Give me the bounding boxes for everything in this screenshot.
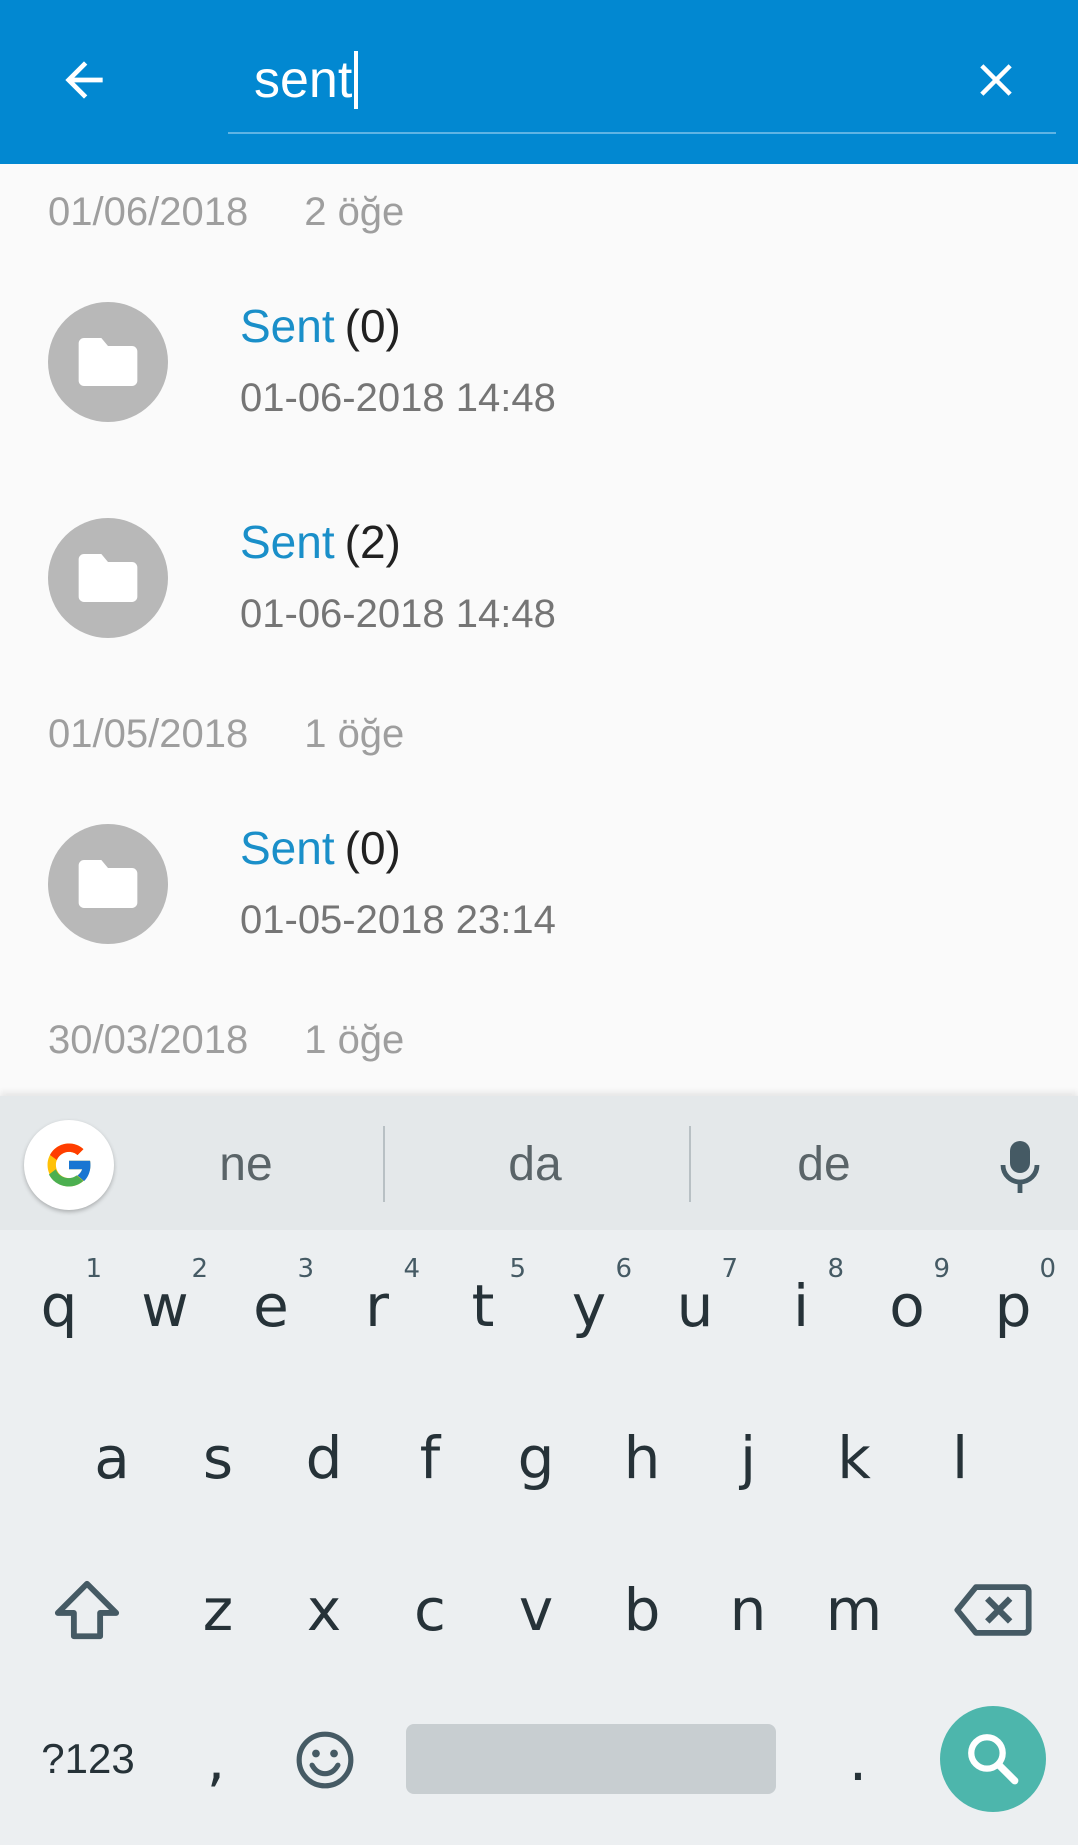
section-count: 1 öğe xyxy=(304,711,405,756)
section-header: 01/05/2018 1 öğe xyxy=(48,704,404,764)
section-date: 01/06/2018 xyxy=(48,189,249,234)
key-q[interactable]: q1 xyxy=(6,1246,112,1366)
item-datetime: 01-06-2018 14:48 xyxy=(240,592,556,636)
key-z[interactable]: z xyxy=(165,1550,271,1670)
backspace-key[interactable] xyxy=(938,1550,1048,1670)
section-header: 30/03/2018 1 öğe xyxy=(48,1010,404,1070)
key-c[interactable]: c xyxy=(377,1550,483,1670)
suggestion-2[interactable]: da xyxy=(385,1130,685,1200)
section-date: 30/03/2018 xyxy=(48,1017,249,1062)
key-m[interactable]: m xyxy=(801,1550,907,1670)
folder-avatar xyxy=(48,518,168,638)
key-x[interactable]: x xyxy=(271,1550,377,1670)
backspace-icon xyxy=(954,1584,1032,1636)
key-n[interactable]: n xyxy=(695,1550,801,1670)
suggestion-1[interactable]: ne xyxy=(96,1130,396,1200)
text-caret xyxy=(354,51,359,109)
key-v[interactable]: v xyxy=(483,1550,589,1670)
key-r[interactable]: r4 xyxy=(324,1246,430,1366)
key-f[interactable]: f xyxy=(377,1398,483,1518)
section-count: 1 öğe xyxy=(304,1017,405,1062)
key-y[interactable]: y6 xyxy=(536,1246,642,1366)
section-count: 2 öğe xyxy=(304,189,405,234)
search-app-bar: sent xyxy=(0,0,1078,164)
item-count: (0) xyxy=(344,300,401,352)
item-name: Sent xyxy=(240,516,335,568)
search-results-list: 01/06/2018 2 öğe Sent (0) 01-06-2018 14:4… xyxy=(0,164,1078,1094)
folder-icon xyxy=(78,554,138,602)
folder-icon xyxy=(78,860,138,908)
key-i[interactable]: i8 xyxy=(748,1246,854,1366)
emoji-icon xyxy=(296,1731,354,1789)
space-key[interactable] xyxy=(406,1724,776,1794)
folder-icon xyxy=(78,338,138,386)
search-icon xyxy=(968,1734,1019,1785)
list-item[interactable]: Sent (2) 01-06-2018 14:48 xyxy=(0,478,1078,678)
item-count: (0) xyxy=(344,822,401,874)
key-d[interactable]: d xyxy=(271,1398,377,1518)
item-datetime: 01-05-2018 23:14 xyxy=(240,898,556,942)
key-t[interactable]: t5 xyxy=(430,1246,536,1366)
shift-key[interactable] xyxy=(34,1550,140,1670)
search-input-value: sent xyxy=(254,51,353,109)
period-key[interactable]: . xyxy=(808,1700,908,1820)
key-e[interactable]: e3 xyxy=(218,1246,324,1366)
key-g[interactable]: g xyxy=(483,1398,589,1518)
section-header: 01/06/2018 2 öğe xyxy=(48,182,404,242)
key-k[interactable]: k xyxy=(801,1398,907,1518)
keyboard-search-button[interactable] xyxy=(940,1706,1046,1812)
voice-input-button[interactable] xyxy=(990,1132,1050,1202)
key-o[interactable]: o9 xyxy=(854,1246,960,1366)
item-datetime: 01-06-2018 14:48 xyxy=(240,376,556,420)
key-s[interactable]: s xyxy=(165,1398,271,1518)
key-l[interactable]: l xyxy=(907,1398,1013,1518)
emoji-key[interactable] xyxy=(272,1700,378,1820)
mic-icon xyxy=(1000,1141,1040,1193)
key-a[interactable]: a xyxy=(59,1398,165,1518)
folder-avatar xyxy=(48,302,168,422)
key-h[interactable]: h xyxy=(589,1398,695,1518)
key-p[interactable]: p0 xyxy=(960,1246,1066,1366)
google-icon xyxy=(47,1143,92,1187)
search-input[interactable]: sent xyxy=(228,30,1056,134)
section-date: 01/05/2018 xyxy=(48,711,249,756)
folder-avatar xyxy=(48,824,168,944)
item-name: Sent xyxy=(240,822,335,874)
shift-icon xyxy=(54,1580,120,1640)
comma-key[interactable]: , xyxy=(166,1700,266,1820)
suggestion-3[interactable]: de xyxy=(674,1130,974,1200)
close-icon xyxy=(980,64,1012,96)
suggestion-bar: ne da de xyxy=(0,1096,1078,1230)
key-u[interactable]: u7 xyxy=(642,1246,748,1366)
key-j[interactable]: j xyxy=(695,1398,801,1518)
clear-search-button[interactable] xyxy=(956,40,1036,120)
symbols-key[interactable]: ?123 xyxy=(28,1724,148,1794)
key-w[interactable]: w2 xyxy=(112,1246,218,1366)
list-item[interactable]: Sent (0) 01-05-2018 23:14 xyxy=(0,784,1078,984)
item-name: Sent xyxy=(240,300,335,352)
list-item[interactable]: Sent (0) 01-06-2018 14:48 xyxy=(0,262,1078,462)
key-b[interactable]: b xyxy=(589,1550,695,1670)
back-button[interactable] xyxy=(44,40,124,120)
arrow-back-icon xyxy=(65,61,103,99)
item-count: (2) xyxy=(344,516,401,568)
